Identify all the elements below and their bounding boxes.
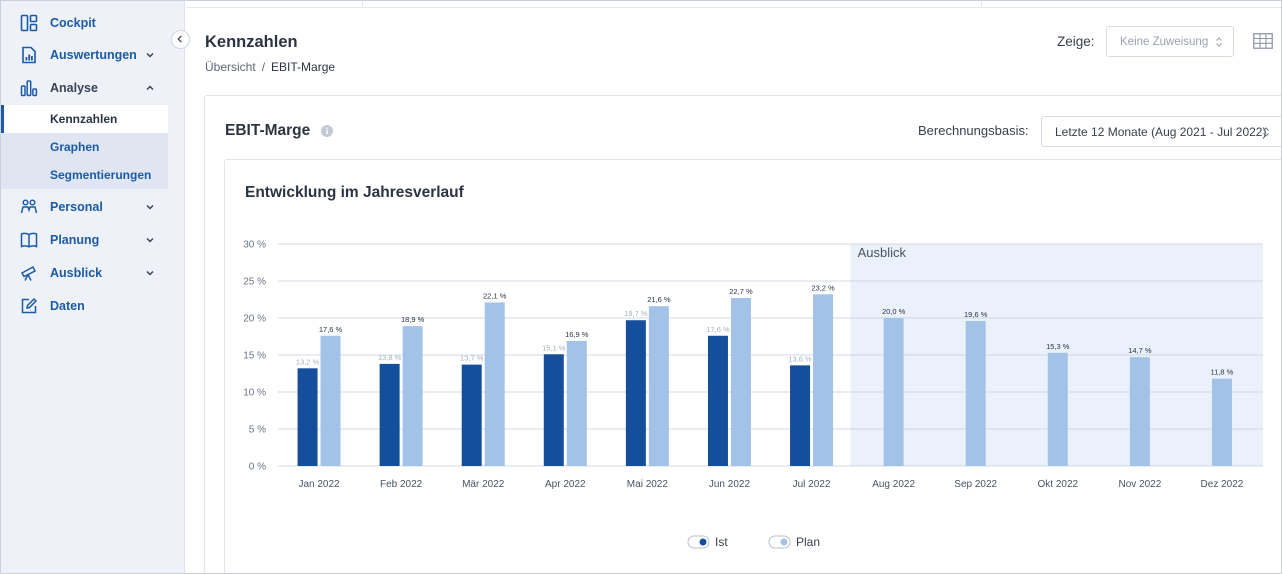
zeige-select[interactable]: Keine Zuweisung [1106, 26, 1234, 57]
sidebar-item-planung[interactable]: Planung [0, 224, 168, 256]
sort-arrows-icon [1263, 127, 1269, 137]
chart-card [224, 159, 1282, 574]
sidebar-subitem-graphen[interactable]: Graphen [0, 133, 168, 161]
sidebar-item-daten[interactable]: Daten [0, 290, 168, 322]
basis-select-value: Letzte 12 Monate (Aug 2021 - Jul 2022) [1055, 125, 1267, 139]
sidebar-item-auswertungen[interactable]: Auswertungen [0, 39, 168, 71]
telescope-icon [20, 265, 37, 281]
chevron-up-icon [146, 85, 154, 91]
book-icon [20, 232, 38, 248]
sidebar-subitem-segmentierungen[interactable]: Segmentierungen [0, 161, 168, 189]
sidebar-item-label: Analyse [50, 81, 98, 95]
sidebar-item-personal[interactable]: Personal [0, 191, 168, 223]
legend-label: Plan [796, 535, 820, 549]
chart-title: Entwicklung im Jahresverlauf [245, 184, 464, 201]
legend-toggle-knob [699, 538, 707, 546]
dashboard-icon [20, 14, 38, 32]
sidebar-item-label: Auswertungen [50, 48, 137, 62]
sort-arrows-icon [1216, 37, 1222, 47]
info-icon[interactable] [321, 125, 333, 137]
zeige-label: Zeige: [1057, 34, 1095, 49]
divider [362, 0, 363, 8]
chevron-left-icon [177, 35, 182, 43]
legend-label: Ist [715, 535, 728, 549]
page-title: Kennzahlen [205, 33, 298, 51]
legend-toggle-knob [780, 538, 788, 546]
breadcrumb-separator: / [261, 60, 266, 74]
basis-select[interactable]: Letzte 12 Monate (Aug 2021 - Jul 2022) [1041, 116, 1282, 147]
sidebar-item-ausblick[interactable]: Ausblick [0, 257, 168, 289]
sidebar-item-label: Planung [50, 233, 100, 247]
sidebar-item-label: Cockpit [50, 16, 96, 30]
chevron-down-icon [146, 270, 154, 276]
chevron-down-icon [146, 237, 154, 243]
sidebar-subitem-label: Kennzahlen [50, 112, 118, 126]
sidebar-item-analyse[interactable]: Analyse [0, 72, 168, 104]
sidebar-item-cockpit[interactable]: Cockpit [0, 7, 168, 39]
table-view-icon[interactable] [1253, 33, 1273, 49]
top-tab-strip [186, 0, 1282, 8]
breadcrumb: Übersicht / EBIT-Marge [205, 60, 335, 74]
sidebar-item-label: Personal [50, 200, 103, 214]
sidebar: Cockpit Auswertungen Analyse Kennzahlen … [0, 0, 185, 574]
breadcrumb-current: EBIT-Marge [271, 60, 336, 74]
zeige-select-value: Keine Zuweisung [1120, 36, 1209, 48]
bar-chart-icon [20, 80, 38, 97]
card-title: EBIT-Marge [225, 122, 311, 139]
sidebar-subitem-label: Segmentierungen [50, 168, 152, 182]
sidebar-subitem-label: Graphen [50, 140, 100, 154]
edit-icon [21, 297, 38, 314]
sidebar-item-label: Ausblick [50, 266, 103, 280]
people-icon [20, 199, 38, 214]
basis-label: Berechnungsbasis: [918, 123, 1029, 138]
breadcrumb-link[interactable]: Übersicht [205, 60, 256, 74]
sidebar-item-label: Daten [50, 299, 85, 313]
sidebar-subitem-kennzahlen[interactable]: Kennzahlen [0, 105, 168, 133]
divider [981, 0, 982, 8]
chevron-down-icon [146, 52, 154, 58]
report-icon [22, 46, 36, 64]
chevron-down-icon [146, 204, 154, 210]
sidebar-collapse-button[interactable] [171, 30, 190, 49]
